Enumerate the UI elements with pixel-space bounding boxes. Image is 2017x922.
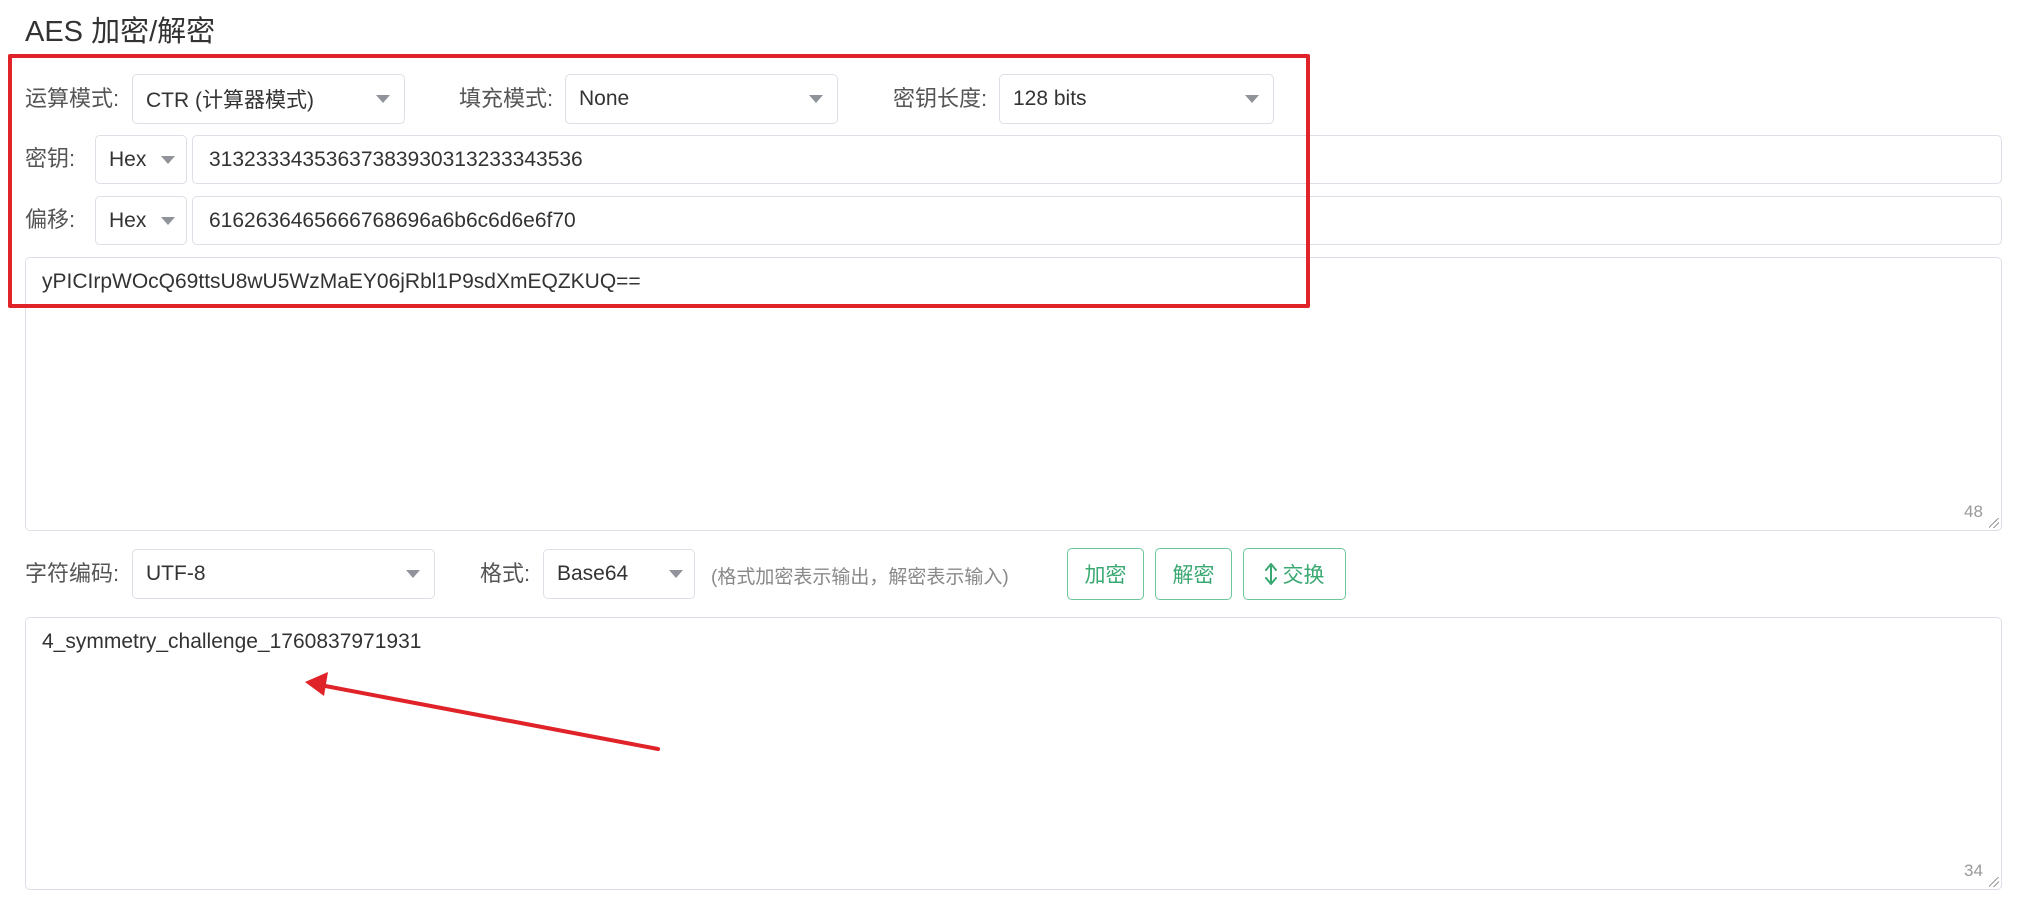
input-text: yPICIrpWOcQ69ttsU8wU5WzMaEY06jRbl1P9sdXm… bbox=[42, 270, 641, 293]
chevron-down-icon bbox=[809, 95, 823, 103]
encrypt-button-label: 加密 bbox=[1084, 564, 1127, 587]
format-hint: (格式加密表示输出，解密表示输入) bbox=[711, 567, 1009, 588]
format-select[interactable]: Base64 bbox=[543, 549, 695, 599]
chevron-down-icon bbox=[669, 570, 683, 578]
key-input[interactable]: 31323334353637383930313233343536 bbox=[192, 135, 2002, 184]
format-select-value: Base64 bbox=[557, 562, 629, 585]
padding-select[interactable]: None bbox=[565, 74, 838, 124]
iv-label: 偏移: bbox=[25, 207, 76, 232]
swap-button[interactable]: 交换 bbox=[1243, 548, 1346, 600]
iv-input-value: 6162636465666768696a6b6c6d6e6f70 bbox=[209, 208, 576, 232]
charset-label: 字符编码: bbox=[25, 561, 120, 586]
iv-format-value: Hex bbox=[109, 208, 147, 232]
input-char-count: 48 bbox=[1964, 502, 1983, 521]
resize-handle-icon[interactable] bbox=[1989, 518, 1999, 528]
encrypt-button[interactable]: 加密 bbox=[1067, 548, 1144, 600]
chevron-down-icon bbox=[161, 216, 175, 225]
output-text: 4_symmetry_challenge_1760837971931 bbox=[42, 630, 422, 653]
iv-input[interactable]: 6162636465666768696a6b6c6d6e6f70 bbox=[192, 196, 2002, 245]
format-label: 格式: bbox=[480, 561, 531, 586]
input-textarea[interactable]: yPICIrpWOcQ69ttsU8wU5WzMaEY06jRbl1P9sdXm… bbox=[25, 257, 2002, 531]
iv-format-select[interactable]: Hex bbox=[95, 196, 187, 245]
charset-select-value: UTF-8 bbox=[146, 562, 206, 585]
output-char-count: 34 bbox=[1964, 861, 1983, 880]
swap-icon bbox=[1264, 563, 1277, 585]
key-length-select-value: 128 bits bbox=[1013, 87, 1087, 110]
key-format-value: Hex bbox=[109, 147, 147, 171]
swap-button-label: 交换 bbox=[1282, 564, 1325, 587]
mode-select[interactable]: CTR (计算器模式) bbox=[132, 74, 405, 124]
decrypt-button-label: 解密 bbox=[1172, 564, 1215, 587]
chevron-down-icon bbox=[406, 570, 420, 578]
resize-handle-icon[interactable] bbox=[1989, 877, 1999, 887]
key-label: 密钥: bbox=[25, 146, 76, 171]
output-textarea[interactable]: 4_symmetry_challenge_1760837971931 bbox=[25, 617, 2002, 890]
charset-select[interactable]: UTF-8 bbox=[132, 549, 435, 599]
chevron-down-icon bbox=[161, 155, 175, 164]
page-title: AES 加密/解密 bbox=[25, 16, 216, 48]
key-input-value: 31323334353637383930313233343536 bbox=[209, 147, 583, 171]
padding-label: 填充模式: bbox=[459, 86, 554, 111]
padding-select-value: None bbox=[579, 87, 630, 110]
key-length-select[interactable]: 128 bits bbox=[999, 74, 1274, 124]
mode-select-value: CTR (计算器模式) bbox=[146, 89, 314, 112]
chevron-down-icon bbox=[376, 95, 390, 103]
key-length-label: 密钥长度: bbox=[893, 86, 988, 111]
key-format-select[interactable]: Hex bbox=[95, 135, 187, 184]
chevron-down-icon bbox=[1245, 95, 1259, 103]
mode-label: 运算模式: bbox=[25, 86, 120, 111]
decrypt-button[interactable]: 解密 bbox=[1155, 548, 1232, 600]
